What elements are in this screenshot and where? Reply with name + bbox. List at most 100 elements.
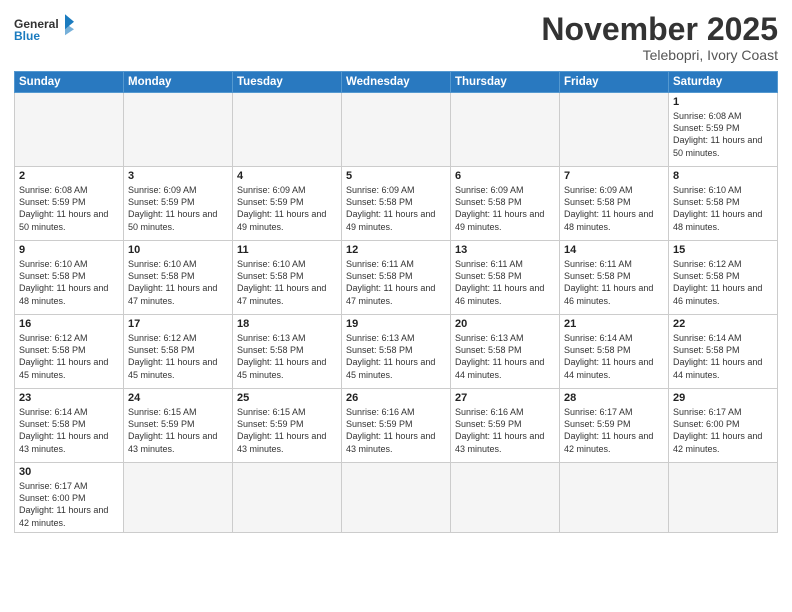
weekday-saturday: Saturday [669,72,778,93]
calendar-cell: 9 Sunrise: 6:10 AM Sunset: 5:58 PM Daylig… [15,241,124,315]
day-info: Sunrise: 6:17 AM Sunset: 6:00 PM Dayligh… [19,480,119,529]
calendar-cell [342,463,451,533]
calendar-cell: 5 Sunrise: 6:09 AM Sunset: 5:58 PM Daylig… [342,167,451,241]
day-number: 15 [673,244,773,256]
day-number: 27 [455,392,555,404]
day-info: Sunrise: 6:13 AM Sunset: 5:58 PM Dayligh… [455,332,555,381]
day-info: Sunrise: 6:09 AM Sunset: 5:58 PM Dayligh… [346,184,446,233]
calendar-cell: 10 Sunrise: 6:10 AM Sunset: 5:58 PM Dayli… [124,241,233,315]
day-number: 24 [128,392,228,404]
day-number: 14 [564,244,664,256]
calendar-cell: 25 Sunrise: 6:15 AM Sunset: 5:59 PM Dayli… [233,389,342,463]
calendar-cell: 8 Sunrise: 6:10 AM Sunset: 5:58 PM Daylig… [669,167,778,241]
day-info: Sunrise: 6:08 AM Sunset: 5:59 PM Dayligh… [673,110,773,159]
day-number: 20 [455,318,555,330]
day-number: 10 [128,244,228,256]
day-number: 11 [237,244,337,256]
day-info: Sunrise: 6:10 AM Sunset: 5:58 PM Dayligh… [237,258,337,307]
week-row-5: 23 Sunrise: 6:14 AM Sunset: 5:58 PM Dayli… [15,389,778,463]
calendar: SundayMondayTuesdayWednesdayThursdayFrid… [14,71,778,533]
day-number: 3 [128,170,228,182]
calendar-cell: 24 Sunrise: 6:15 AM Sunset: 5:59 PM Dayli… [124,389,233,463]
day-number: 28 [564,392,664,404]
day-info: Sunrise: 6:12 AM Sunset: 5:58 PM Dayligh… [673,258,773,307]
calendar-cell: 11 Sunrise: 6:10 AM Sunset: 5:58 PM Dayli… [233,241,342,315]
page: General Blue November 2025 Telebopri, Iv… [0,0,792,612]
calendar-cell: 16Sunrise: 6:12 AM Sunset: 5:58 PM Dayli… [15,315,124,389]
day-number: 26 [346,392,446,404]
calendar-cell: 18 Sunrise: 6:13 AM Sunset: 5:58 PM Dayli… [233,315,342,389]
day-info: Sunrise: 6:17 AM Sunset: 5:59 PM Dayligh… [564,406,664,455]
day-info: Sunrise: 6:15 AM Sunset: 5:59 PM Dayligh… [128,406,228,455]
calendar-cell: 21 Sunrise: 6:14 AM Sunset: 5:58 PM Dayli… [560,315,669,389]
header: General Blue November 2025 Telebopri, Iv… [14,12,778,63]
day-number: 8 [673,170,773,182]
calendar-cell: 28 Sunrise: 6:17 AM Sunset: 5:59 PM Dayli… [560,389,669,463]
day-info: Sunrise: 6:09 AM Sunset: 5:58 PM Dayligh… [564,184,664,233]
day-info: Sunrise: 6:13 AM Sunset: 5:58 PM Dayligh… [237,332,337,381]
calendar-cell: 27 Sunrise: 6:16 AM Sunset: 5:59 PM Dayli… [451,389,560,463]
day-number: 19 [346,318,446,330]
day-number: 29 [673,392,773,404]
day-info: Sunrise: 6:14 AM Sunset: 5:58 PM Dayligh… [19,406,119,455]
calendar-cell: 13Sunrise: 6:11 AM Sunset: 5:58 PM Dayli… [451,241,560,315]
day-number: 25 [237,392,337,404]
weekday-tuesday: Tuesday [233,72,342,93]
title-block: November 2025 Telebopri, Ivory Coast [541,12,778,63]
day-info: Sunrise: 6:16 AM Sunset: 5:59 PM Dayligh… [455,406,555,455]
calendar-cell: 4Sunrise: 6:09 AM Sunset: 5:59 PM Daylig… [233,167,342,241]
calendar-cell [451,463,560,533]
day-number: 13 [455,244,555,256]
logo: General Blue [14,12,74,44]
week-row-6: 30 Sunrise: 6:17 AM Sunset: 6:00 PM Dayli… [15,463,778,533]
day-info: Sunrise: 6:10 AM Sunset: 5:58 PM Dayligh… [19,258,119,307]
day-number: 2 [19,170,119,182]
day-info: Sunrise: 6:17 AM Sunset: 6:00 PM Dayligh… [673,406,773,455]
day-number: 18 [237,318,337,330]
calendar-cell: 2 Sunrise: 6:08 AM Sunset: 5:59 PM Daylig… [15,167,124,241]
weekday-header-row: SundayMondayTuesdayWednesdayThursdayFrid… [15,72,778,93]
day-info: Sunrise: 6:08 AM Sunset: 5:59 PM Dayligh… [19,184,119,233]
day-number: 21 [564,318,664,330]
calendar-cell: 7 Sunrise: 6:09 AM Sunset: 5:58 PM Daylig… [560,167,669,241]
calendar-cell: 6Sunrise: 6:09 AM Sunset: 5:58 PM Daylig… [451,167,560,241]
calendar-cell: 26 Sunrise: 6:16 AM Sunset: 5:59 PM Dayli… [342,389,451,463]
day-number: 22 [673,318,773,330]
calendar-cell: 12Sunrise: 6:11 AM Sunset: 5:58 PM Dayli… [342,241,451,315]
calendar-cell: 23 Sunrise: 6:14 AM Sunset: 5:58 PM Dayli… [15,389,124,463]
calendar-cell: 22Sunrise: 6:14 AM Sunset: 5:58 PM Dayli… [669,315,778,389]
calendar-cell: 19Sunrise: 6:13 AM Sunset: 5:58 PM Dayli… [342,315,451,389]
day-info: Sunrise: 6:11 AM Sunset: 5:58 PM Dayligh… [564,258,664,307]
day-number: 1 [673,96,773,108]
day-number: 9 [19,244,119,256]
day-number: 5 [346,170,446,182]
day-number: 30 [19,466,119,478]
day-number: 6 [455,170,555,182]
logo-icon: General Blue [14,12,74,42]
day-number: 16 [19,318,119,330]
calendar-cell [233,463,342,533]
week-row-4: 16Sunrise: 6:12 AM Sunset: 5:58 PM Dayli… [15,315,778,389]
day-number: 23 [19,392,119,404]
day-number: 7 [564,170,664,182]
weekday-monday: Monday [124,72,233,93]
calendar-cell [233,93,342,167]
day-info: Sunrise: 6:09 AM Sunset: 5:59 PM Dayligh… [237,184,337,233]
week-row-2: 2 Sunrise: 6:08 AM Sunset: 5:59 PM Daylig… [15,167,778,241]
day-info: Sunrise: 6:10 AM Sunset: 5:58 PM Dayligh… [673,184,773,233]
calendar-cell: 15 Sunrise: 6:12 AM Sunset: 5:58 PM Dayli… [669,241,778,315]
location: Telebopri, Ivory Coast [541,47,778,63]
weekday-wednesday: Wednesday [342,72,451,93]
calendar-cell: 29 Sunrise: 6:17 AM Sunset: 6:00 PM Dayli… [669,389,778,463]
calendar-cell [124,463,233,533]
calendar-cell [15,93,124,167]
weekday-friday: Friday [560,72,669,93]
day-number: 17 [128,318,228,330]
weekday-sunday: Sunday [15,72,124,93]
day-info: Sunrise: 6:14 AM Sunset: 5:58 PM Dayligh… [564,332,664,381]
day-number: 12 [346,244,446,256]
day-info: Sunrise: 6:16 AM Sunset: 5:59 PM Dayligh… [346,406,446,455]
day-info: Sunrise: 6:10 AM Sunset: 5:58 PM Dayligh… [128,258,228,307]
calendar-cell [560,93,669,167]
day-info: Sunrise: 6:15 AM Sunset: 5:59 PM Dayligh… [237,406,337,455]
